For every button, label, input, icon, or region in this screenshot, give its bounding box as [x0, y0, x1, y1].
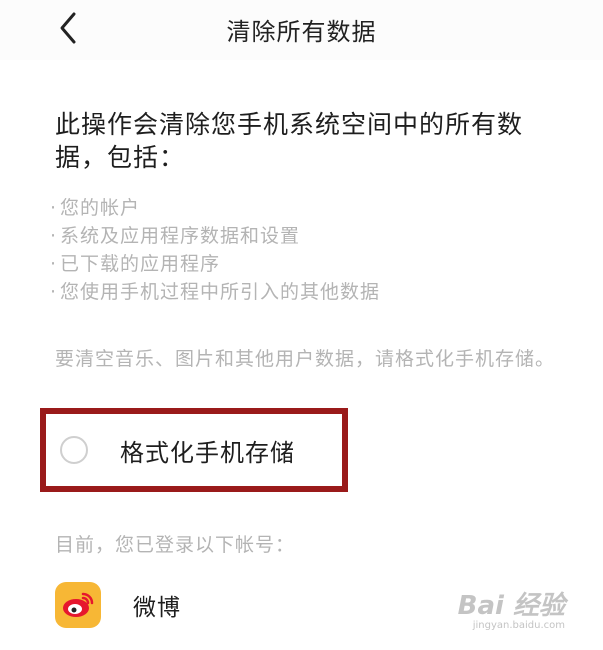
description-text: 此操作会清除您手机系统空间中的所有数据，包括： — [55, 110, 524, 172]
page-title: 清除所有数据 — [226, 18, 377, 46]
format-storage-label: 格式化手机存储 — [120, 438, 295, 467]
format-storage-option[interactable]: 格式化手机存储 — [40, 408, 348, 492]
watermark-url: jingyan.baidu.com — [472, 620, 565, 631]
logged-accounts-label: 目前，您已登录以下帐号： — [55, 534, 296, 556]
format-storage-radio[interactable] — [60, 436, 88, 464]
baidu-watermark: Bai 经验 jingyan.baidu.com — [458, 585, 565, 631]
header: 清除所有数据 — [0, 0, 603, 60]
format-note: 要清空音乐、图片和其他用户数据，请格式化手机存储。 — [55, 348, 556, 370]
list-item: 已下载的应用程序 — [50, 250, 380, 278]
list-item: 您使用手机过程中所引入的其他数据 — [50, 278, 380, 306]
watermark-logo: Bai 经验 — [457, 591, 565, 621]
list-item: 系统及应用程序数据和设置 — [50, 222, 380, 250]
data-list: 您的帐户 系统及应用程序数据和设置 已下载的应用程序 您使用手机过程中所引入的其… — [50, 194, 380, 306]
list-item: 您的帐户 — [50, 194, 380, 222]
account-item-weibo: 微博 — [55, 580, 181, 630]
account-name: 微博 — [133, 595, 181, 621]
weibo-icon — [55, 582, 101, 628]
